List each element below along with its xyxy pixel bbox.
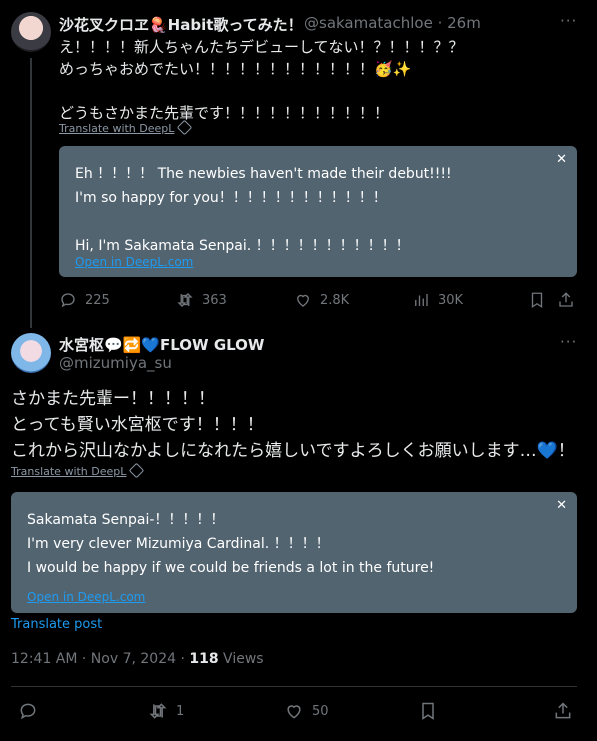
open-in-deepl-link[interactable]: Open in DeepL.com bbox=[75, 255, 193, 269]
avatar-sakamatachloe[interactable] bbox=[11, 12, 51, 52]
like-icon bbox=[297, 294, 309, 307]
share-icon bbox=[555, 702, 571, 719]
like-count: 50 bbox=[312, 703, 329, 719]
like-icon bbox=[287, 705, 301, 719]
author-handle-time[interactable]: @sakamatachloe · 26m bbox=[304, 14, 481, 32]
like-button[interactable]: 50 bbox=[284, 701, 329, 721]
avatar-mizumiya-su[interactable] bbox=[11, 333, 51, 373]
reply-button[interactable] bbox=[18, 701, 46, 721]
translation-text: Eh ！！！！ The newbies haven't made their d… bbox=[75, 166, 452, 254]
translation-text: Sakamata Senpai-！！！！！ I'm very clever Mi… bbox=[27, 512, 435, 576]
translate-with-deepl-link[interactable]: Translate with DeepL bbox=[11, 462, 145, 479]
close-icon[interactable]: ✕ bbox=[556, 498, 567, 513]
post-text: え！！！！新人ちゃんたちデビューしてない！？！！！？？ めっちゃおめでたい！！！… bbox=[59, 38, 464, 122]
repost-button[interactable]: 1 bbox=[148, 701, 184, 721]
translate-with-deepl-label: Translate with DeepL bbox=[11, 465, 127, 478]
translate-with-deepl-link[interactable]: Translate with DeepL bbox=[59, 119, 193, 136]
views-label: Views bbox=[218, 651, 264, 667]
repost-icon bbox=[177, 293, 193, 307]
share-icon bbox=[559, 292, 573, 307]
author-handle[interactable]: @mizumiya_su bbox=[59, 354, 172, 372]
more-options-icon[interactable]: ··· bbox=[560, 12, 577, 30]
post-timestamp[interactable]: 12:41 AM · Nov 7, 2024 · bbox=[11, 651, 189, 667]
share-button[interactable] bbox=[557, 291, 583, 309]
deepl-icon bbox=[129, 462, 145, 479]
views-count: 30K bbox=[438, 292, 464, 308]
repost-button[interactable]: 363 bbox=[176, 291, 227, 309]
author-display-name[interactable]: 水宮枢💬🔁💙FLOW GLOW bbox=[59, 334, 264, 355]
more-options-icon[interactable]: ··· bbox=[560, 333, 577, 351]
repost-count: 363 bbox=[202, 292, 227, 308]
translate-with-deepl-label: Translate with DeepL bbox=[59, 122, 175, 135]
open-in-deepl-link[interactable]: Open in DeepL.com bbox=[27, 590, 145, 604]
repost-icon bbox=[149, 703, 167, 719]
views-count: 118 bbox=[189, 651, 219, 667]
views-button[interactable]: 30K bbox=[412, 291, 463, 309]
translate-post-link[interactable]: Translate post bbox=[11, 617, 102, 632]
deepl-icon bbox=[177, 119, 193, 136]
bookmark-icon bbox=[422, 702, 434, 720]
bookmark-button[interactable] bbox=[418, 701, 446, 721]
like-count: 2.8K bbox=[320, 292, 350, 308]
translation-card: ✕ Sakamata Senpai-！！！！！ I'm very clever … bbox=[11, 492, 577, 613]
post-text: さかまた先輩ー！！！！！ とっても賢い水宮枢です！！！！ これから沢山なかよしに… bbox=[11, 389, 575, 461]
reply-icon bbox=[61, 293, 75, 308]
bookmark-button[interactable] bbox=[528, 291, 554, 309]
translation-card: ✕ Eh ！！！！ The newbies haven't made their… bbox=[59, 146, 577, 277]
divider bbox=[11, 686, 577, 687]
thread-connector-line bbox=[30, 58, 32, 328]
share-button[interactable] bbox=[553, 701, 581, 721]
repost-count: 1 bbox=[176, 703, 185, 719]
like-button[interactable]: 2.8K bbox=[294, 291, 349, 309]
close-icon[interactable]: ✕ bbox=[556, 152, 567, 167]
bookmark-icon bbox=[531, 292, 543, 309]
views-icon bbox=[415, 294, 428, 306]
post-timestamp-views: 12:41 AM · Nov 7, 2024 · 118 Views bbox=[11, 651, 264, 667]
author-display-name[interactable]: 沙花叉クロヱ🪼Habit歌ってみた！ bbox=[59, 14, 303, 35]
reply-count: 225 bbox=[85, 292, 110, 308]
reply-icon bbox=[20, 703, 36, 720]
reply-button[interactable]: 225 bbox=[59, 291, 110, 309]
